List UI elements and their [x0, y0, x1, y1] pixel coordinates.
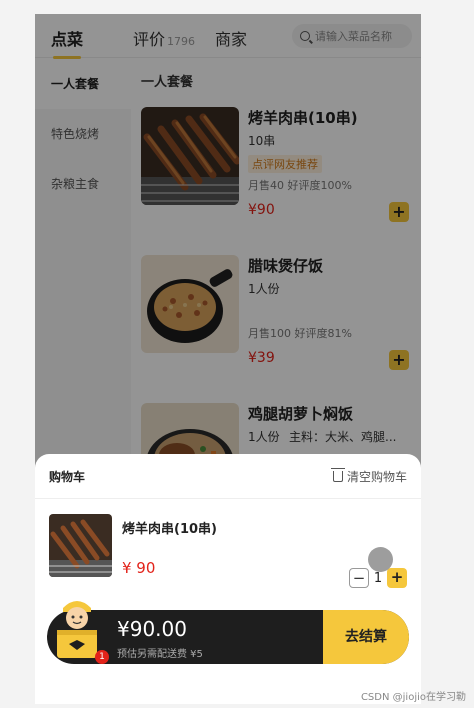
delivery-fee-note: 预估另需配送费 ¥5 — [117, 649, 203, 660]
touch-indicator — [368, 547, 393, 572]
cart-header: 购物车 清空购物车 — [49, 468, 407, 488]
cart-item: 烤羊肉串(10串) ¥ 90 − 1 + — [49, 514, 407, 594]
delivery-mascot-icon[interactable] — [51, 594, 103, 660]
checkout-button[interactable]: 去结算 — [323, 610, 409, 664]
cart-panel: 购物车 清空购物车 烤羊肉串(10串) ¥ 90 − 1 + — [35, 454, 421, 704]
cart-item-name: 烤羊肉串(10串) — [122, 522, 217, 537]
cart-item-photo — [49, 514, 112, 577]
clear-cart-label: 清空购物车 — [346, 470, 407, 484]
cart-title: 购物车 — [49, 470, 86, 484]
app-screen: 点菜 评价 1796 商家 请输入菜品名称 一人套餐 特色烧烤 杂粮主食 一人套餐 — [35, 14, 421, 704]
divider — [35, 498, 421, 499]
cart-count-badge: 1 — [95, 650, 109, 664]
increase-button[interactable]: + — [387, 568, 407, 588]
trash-icon — [330, 468, 345, 482]
cart-total: ¥90.00 — [117, 617, 187, 641]
decrease-button[interactable]: − — [349, 568, 369, 588]
clear-cart-button[interactable]: 清空购物车 — [330, 468, 407, 485]
watermark: CSDN @jiojio在学习勒 — [360, 692, 466, 703]
quantity-value: 1 — [373, 570, 383, 586]
cart-item-price: ¥ 90 — [122, 559, 156, 577]
